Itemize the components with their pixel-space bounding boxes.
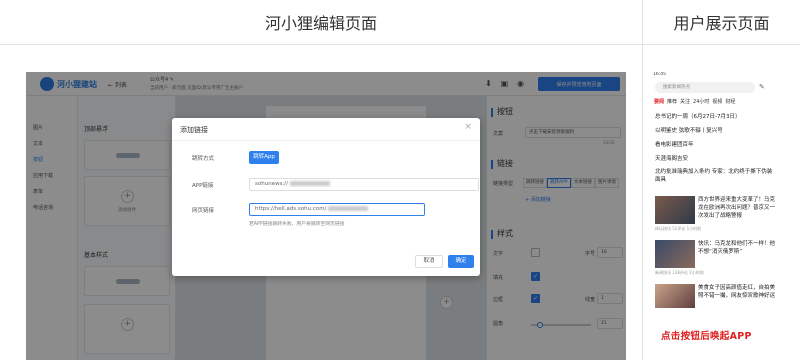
news-meta: 新闻快讯 128评论 2小时前 <box>655 270 704 275</box>
web-link-input[interactable]: https://hell.ads.sohu.com/ <box>249 203 425 216</box>
news-title: 快讯：马克龙和他们不一样！他不想“消灭俄罗斯” <box>698 241 776 255</box>
column-divider <box>642 45 643 360</box>
jump-app-option[interactable]: 跳转App <box>249 151 279 164</box>
news-title: 美食女子因高颜值走红，自拍美照不错一撮，网友惊叹歌神好运 <box>698 285 776 299</box>
tab-follow[interactable]: 关注 <box>680 98 690 107</box>
edit-icon[interactable]: ✎ <box>759 83 765 91</box>
news-meta: 体坛快讯 52评论 1小时前 <box>655 226 702 231</box>
tab-finance[interactable]: 财经 <box>725 98 735 107</box>
comparison-frame: 河小狸编辑页面 用户展示页面 河小狸建站 ← 列表 公众号4 ✎ 当前用户 · … <box>0 0 800 360</box>
search-box[interactable]: 搜索新闻热点 <box>655 82 755 93</box>
news-item[interactable]: 快讯：马克龙和他们不一样！他不想“消灭俄罗斯” 新闻快讯 128评论 2小时前 <box>653 240 777 278</box>
news-thumbnail <box>655 196 695 224</box>
tab-24h[interactable]: 24小时 <box>693 98 709 107</box>
news-tabs: 要闻 推荐 关注 24小时 视频 财经 <box>654 98 776 107</box>
dialog-title: 添加链接 <box>180 126 208 134</box>
close-icon[interactable]: × <box>464 122 472 132</box>
link-hint: 若APP链接跳转失败，用户将跳转至网页链接 <box>249 222 345 227</box>
news-item[interactable]: 西方世界迎来重大变革了！马克龙在欧洲再次出问题？普京又一次发出了战略警报 体坛快… <box>653 196 777 234</box>
user-preview: 16:45 搜索新闻热点 ✎ 要闻 推荐 关注 24小时 视频 财经 总书记的一… <box>653 72 777 360</box>
news-thumbnail <box>655 240 695 268</box>
redacted-text <box>328 206 369 211</box>
redacted-text <box>290 181 330 186</box>
dialog-divider <box>172 140 480 141</box>
wake-app-caption: 点击按钮后唤起APP <box>661 331 752 342</box>
web-link-value: https://hell.ads.sohu.com/ <box>255 206 327 212</box>
status-bar: 16:45 <box>653 72 666 77</box>
editor-screenshot: 河小狸建站 ← 列表 公众号4 ✎ 当前用户 · 新页面 页面ID:默认专用广告… <box>26 72 626 360</box>
headline-5[interactable]: 北约批准瑞典加入条约 专家：北约终于撕下伪装面具 <box>655 168 775 184</box>
headline-4[interactable]: 天涯海阁吉安 <box>655 154 688 162</box>
app-link-input[interactable]: sohunews:// <box>249 178 479 191</box>
tab-headlines[interactable]: 要闻 <box>654 98 664 107</box>
headline-2[interactable]: 以明鉴史 弦歌不辍丨复兴号 <box>655 126 723 134</box>
confirm-button[interactable]: 确定 <box>448 255 474 268</box>
tab-video[interactable]: 视频 <box>712 98 722 107</box>
app-link-label: APP链接 <box>192 183 214 189</box>
tab-recommend[interactable]: 推荐 <box>667 98 677 107</box>
app-link-value: sohunews:// <box>255 181 288 187</box>
add-link-dialog: 添加链接 × 跳转方式 跳转App APP链接 sohunews:// 网页链接… <box>172 118 480 276</box>
headline-1[interactable]: 总书记的一周（6月27日-7月3日） <box>655 112 740 120</box>
jump-method-label: 跳转方式 <box>192 156 215 162</box>
editor-column-header: 河小狸编辑页面 <box>0 0 642 45</box>
cancel-button[interactable]: 取消 <box>415 255 443 268</box>
web-link-label: 网页链接 <box>192 208 215 214</box>
user-column-header: 用户展示页面 <box>642 0 800 45</box>
headline-3[interactable]: 看电影建团百年 <box>655 140 694 148</box>
news-title: 西方世界迎来重大变革了！马克龙在欧洲再次出问题？普京又一次发出了战略警报 <box>698 197 776 219</box>
